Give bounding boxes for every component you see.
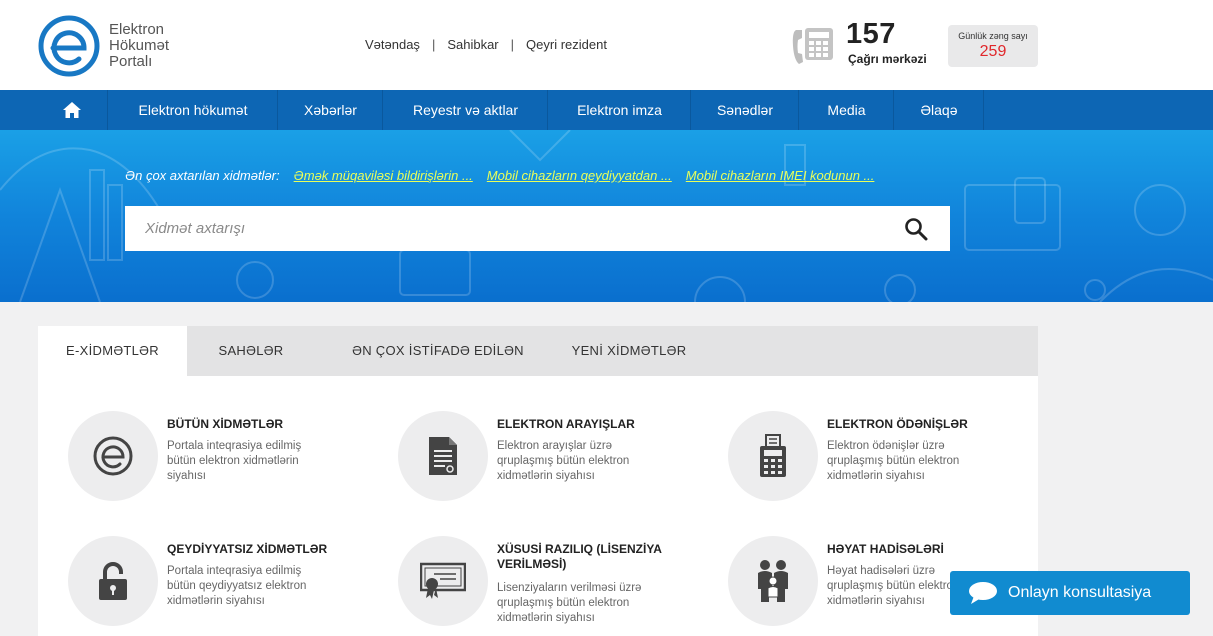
separator: | xyxy=(431,37,436,52)
service-icon-circle xyxy=(398,411,488,501)
nav-item-registry[interactable]: Reyestr və aktlar xyxy=(384,90,548,130)
popular-searches: Ən çox axtarılan xidmətlər: Əmək müqavilə… xyxy=(125,168,888,183)
nav-item-news[interactable]: Xəbərlər xyxy=(279,90,383,130)
service-icon-circle xyxy=(68,536,158,626)
service-unregistered-services[interactable]: QEYDİYYATSIZ XİDMƏTLƏR Portala inteqrasi… xyxy=(38,536,358,636)
hero-search-banner: Ən çox axtarılan xidmətlər: Əmək müqavilə… xyxy=(0,130,1213,302)
service-title: QEYDİYYATSIZ XİDMƏTLƏR xyxy=(167,542,328,556)
home-icon xyxy=(63,102,81,118)
service-description: Portala inteqrasiya edilmiş bütün qeydiy… xyxy=(167,565,307,607)
hotline-label: Çağrı mərkəzi xyxy=(848,52,927,66)
service-title: HƏYAT HADİSƏLƏRİ xyxy=(827,542,944,556)
link-business[interactable]: Sahibkar xyxy=(447,37,498,52)
service-search-input[interactable] xyxy=(125,206,885,251)
site-header: Elektron Hökumət Portalı Vətəndaş | Sahibk… xyxy=(0,0,1213,90)
services-panel: E-XİDMƏTLƏR SAHƏLƏR ƏN ÇOX İSTİFADƏ EDİL… xyxy=(38,326,1038,636)
calculator-icon xyxy=(760,434,786,477)
service-icon-circle xyxy=(728,411,818,501)
hotline-number: 157 xyxy=(846,18,896,50)
tab-e-services[interactable]: E-XİDMƏTLƏR xyxy=(38,326,187,376)
service-title: ELEKTRON ÖDƏNİŞLƏR xyxy=(827,417,968,431)
service-icon-circle xyxy=(68,411,158,501)
tab-areas[interactable]: SAHƏLƏR xyxy=(198,326,304,376)
logo-line-3: Portalı xyxy=(109,53,153,70)
popular-link-3[interactable]: Mobil cihazların IMEI kodunun ... xyxy=(686,168,875,183)
phone-icon xyxy=(792,28,833,64)
popular-link-1[interactable]: Əmək müqaviləsi bildirişlərin ... xyxy=(294,168,473,183)
service-icon-circle xyxy=(398,536,488,626)
counter-label: Günlük zəng sayı xyxy=(958,31,1028,41)
service-description: Portala inteqrasiya edilmiş bütün elektr… xyxy=(167,440,302,482)
certificate-icon xyxy=(420,562,466,599)
nav-item-documents[interactable]: Sənədlər xyxy=(692,90,799,130)
nav-item-electronic-government[interactable]: Elektron hökumət xyxy=(109,90,278,130)
user-type-links: Vətəndaş | Sahibkar | Qeyri rezident xyxy=(365,37,607,52)
service-electronic-payments[interactable]: ELEKTRON ÖDƏNİŞLƏR Elektron ödənişlər üz… xyxy=(698,411,1018,511)
online-consultation-label: Onlayn konsultasiya xyxy=(1008,584,1152,601)
service-special-permission[interactable]: XÜSUSİ RAZILIQ (LİSENZİYA VERİLMƏSİ) Lis… xyxy=(368,536,688,636)
service-title: XÜSUSİ RAZILIQ (LİSENZİYA VERİLMƏSİ) xyxy=(497,542,662,571)
service-title: BÜTÜN XİDMƏTLƏR xyxy=(167,417,284,431)
portal-logo[interactable]: Elektron Hökumət Portalı xyxy=(37,14,217,78)
unlock-icon xyxy=(99,562,127,600)
tab-most-used[interactable]: ƏN ÇOX İSTİFADƏ EDİLƏN xyxy=(328,326,548,376)
family-icon xyxy=(758,560,788,602)
service-electronic-references[interactable]: ELEKTRON ARAYIŞLAR Elektron arayışlar üz… xyxy=(368,411,688,511)
logo-line-2: Hökumət xyxy=(109,37,170,54)
online-consultation-button[interactable]: Onlayn konsultasiya xyxy=(950,571,1190,615)
e-gov-logo-icon xyxy=(38,15,100,77)
logo-line-1: Elektron xyxy=(109,21,165,38)
chat-bubble-icon xyxy=(969,582,997,604)
nav-item-media[interactable]: Media xyxy=(800,90,894,130)
daily-call-counter: Günlük zəng sayı 259 xyxy=(948,25,1038,67)
logo-text: Elektron Hökumət Portalı xyxy=(109,22,169,70)
service-search-box xyxy=(125,206,950,251)
main-navigation: Elektron hökumət Xəbərlər Reyestr və akt… xyxy=(0,90,1213,130)
service-description: Elektron arayışlar üzrə qruplaşmış bütün… xyxy=(497,440,630,482)
link-nonresident[interactable]: Qeyri rezident xyxy=(526,37,607,52)
tab-new-services[interactable]: YENİ XİDMƏTLƏR xyxy=(558,326,700,376)
popular-searches-label: Ən çox axtarılan xidmətlər: xyxy=(125,168,280,183)
service-title: ELEKTRON ARAYIŞLAR xyxy=(497,417,635,431)
service-all-services[interactable]: BÜTÜN XİDMƏTLƏR Portala inteqrasiya edil… xyxy=(38,411,358,511)
counter-value: 259 xyxy=(979,43,1007,60)
e-logo-icon xyxy=(93,436,133,476)
link-citizen[interactable]: Vətəndaş xyxy=(365,37,420,52)
nav-item-e-signature[interactable]: Elektron imza xyxy=(549,90,691,130)
search-icon[interactable] xyxy=(904,217,928,241)
service-description: Elektron ödənişlər üzrə qruplaşmış bütün… xyxy=(827,440,960,482)
nav-home[interactable] xyxy=(37,90,108,130)
service-description: Lisenziyaların verilməsi üzrə qruplaşmış… xyxy=(497,582,642,624)
popular-link-2[interactable]: Mobil cihazların qeydiyyatdan ... xyxy=(487,168,672,183)
nav-item-contact[interactable]: Əlaqə xyxy=(895,90,984,130)
separator: | xyxy=(510,37,515,52)
service-tabs: E-XİDMƏTLƏR SAHƏLƏR ƏN ÇOX İSTİFADƏ EDİL… xyxy=(38,326,1038,376)
service-icon-circle xyxy=(728,536,818,626)
document-icon xyxy=(429,437,457,475)
